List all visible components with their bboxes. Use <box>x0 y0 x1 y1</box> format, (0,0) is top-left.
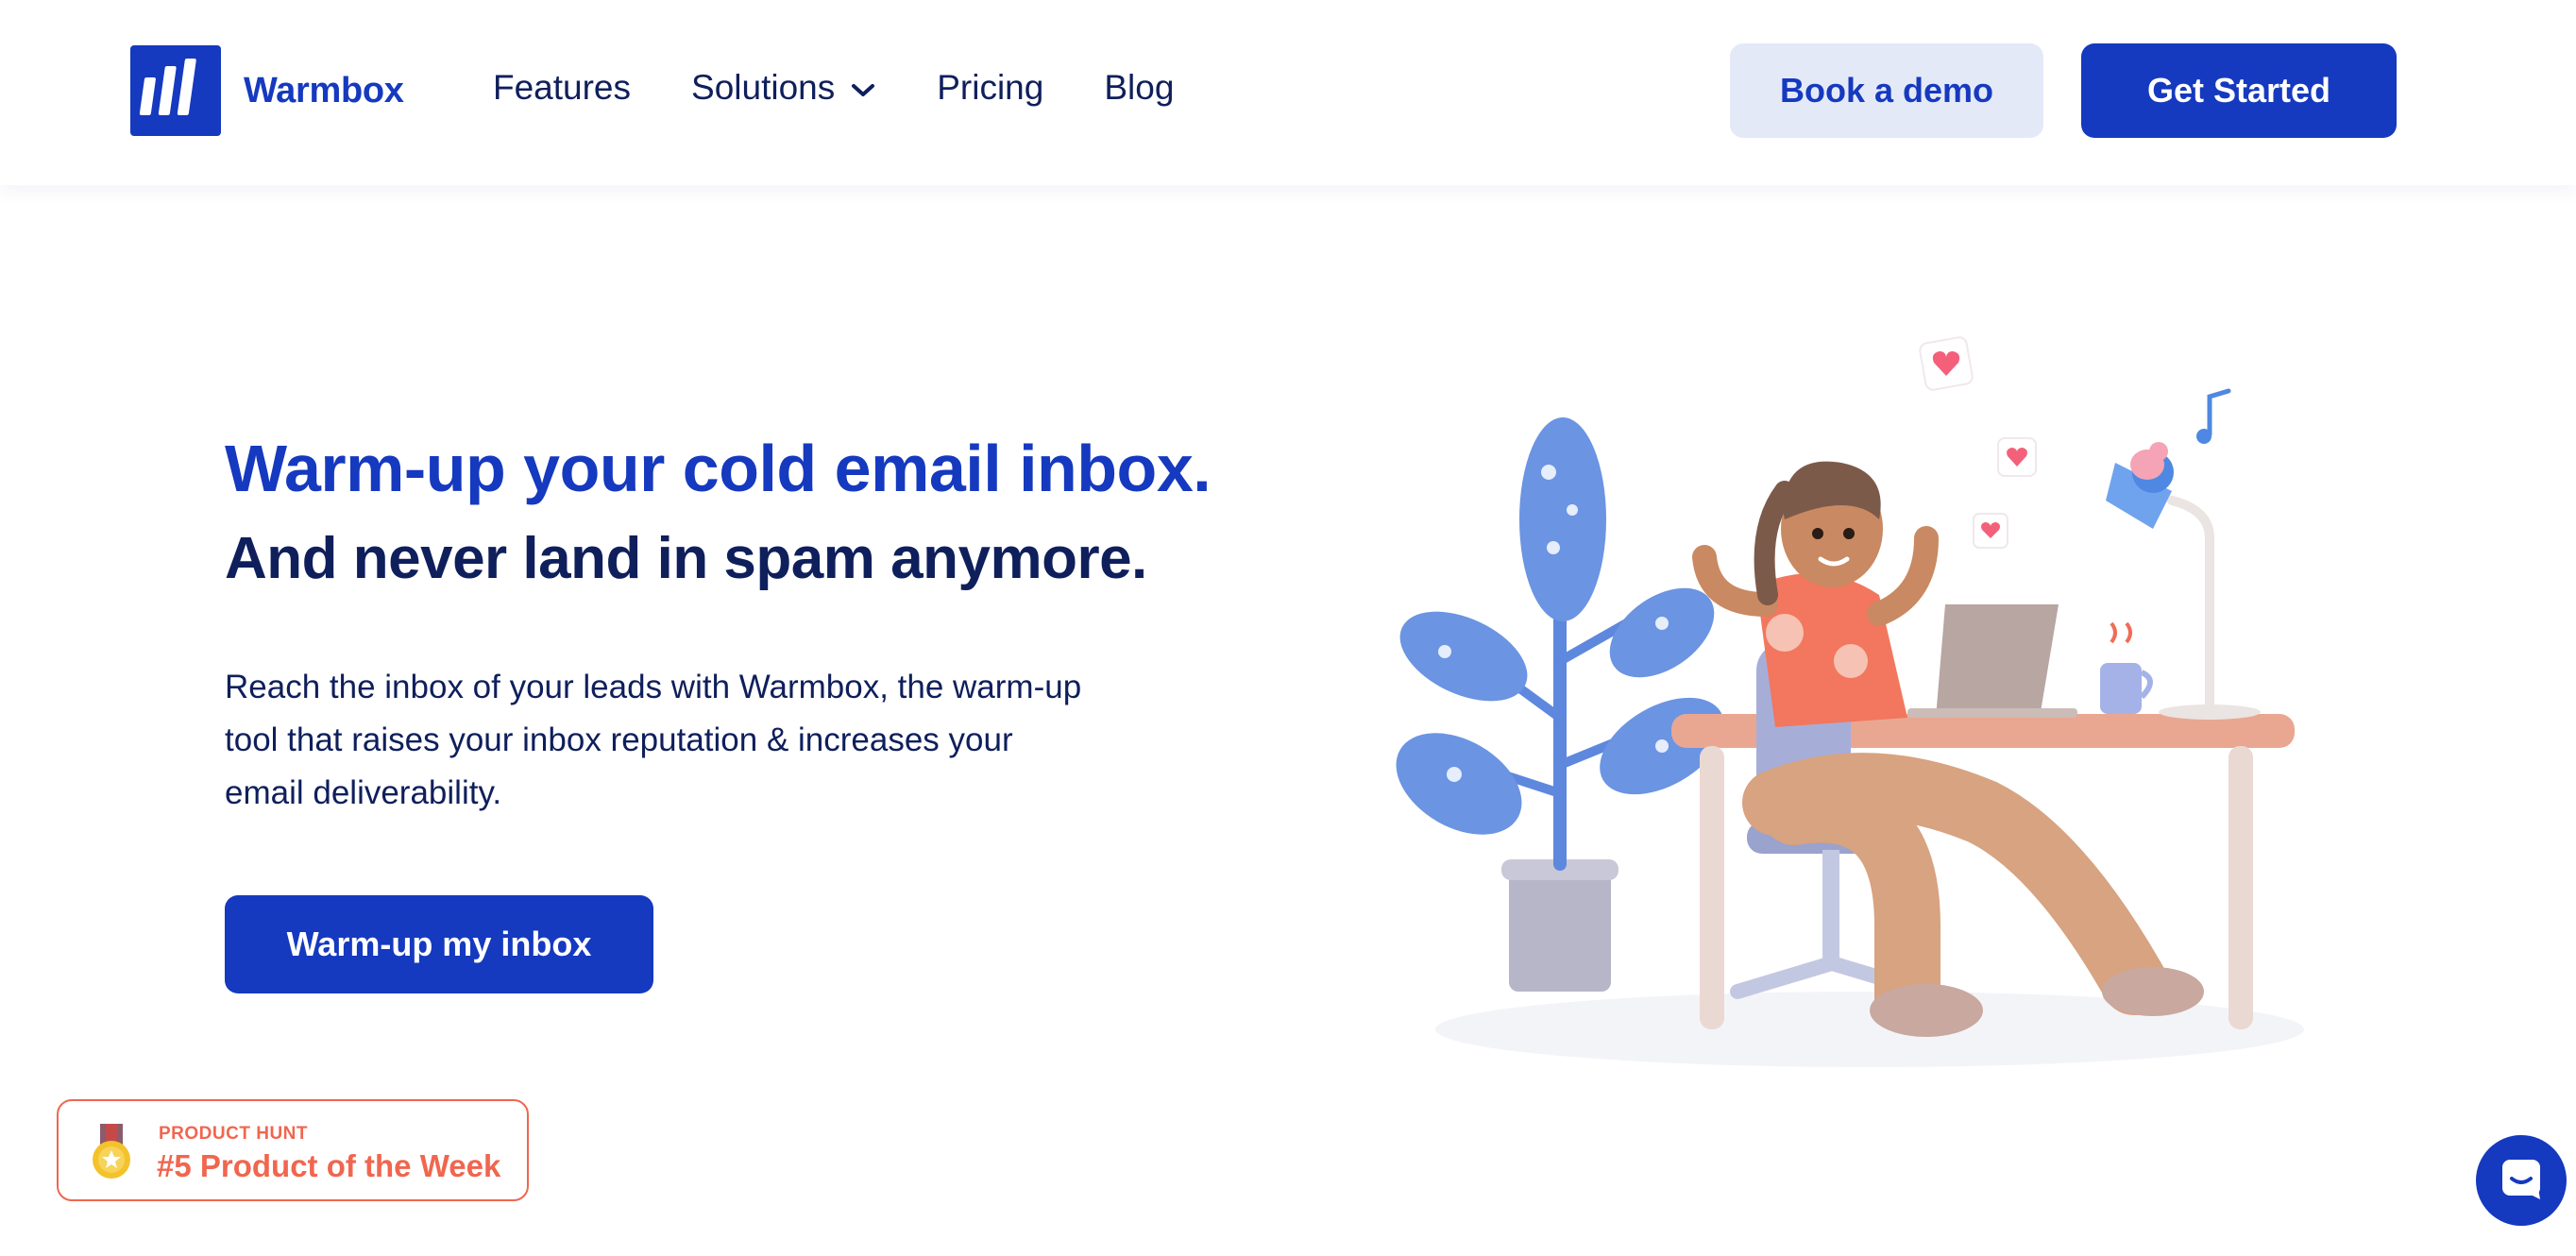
hero-illustration <box>1379 321 2342 1095</box>
nav-item-pricing[interactable]: Pricing <box>937 68 1043 108</box>
laptop-illustration <box>1907 604 2077 718</box>
nav-item-solutions[interactable]: Solutions <box>691 68 876 108</box>
mug-illustration <box>2100 621 2153 714</box>
brand-name: Warmbox <box>244 70 404 110</box>
chat-icon <box>2499 1156 2544 1206</box>
nav-item-blog[interactable]: Blog <box>1104 68 1174 108</box>
chevron-down-icon <box>850 68 876 108</box>
medal-icon <box>91 1124 132 1189</box>
plant-illustration <box>1396 417 1724 992</box>
site-header: Warmbox Features Solutions Pricing Blog … <box>0 0 2576 185</box>
hero-title: Warm-up your cold email inbox. <box>225 432 1212 505</box>
hero-subtitle: And never land in spam anymore. <box>225 526 1147 591</box>
nav-item-label: Blog <box>1104 68 1175 107</box>
warmbox-logo-icon <box>130 45 221 136</box>
product-hunt-label: PRODUCT HUNT <box>159 1124 308 1144</box>
product-hunt-title: #5 Product of the Week <box>157 1148 501 1183</box>
music-note-icon <box>2196 388 2231 444</box>
nav-item-features[interactable]: Features <box>493 68 631 108</box>
get-started-button[interactable]: Get Started <box>2081 43 2397 138</box>
product-hunt-badge[interactable]: PRODUCT HUNT #5 Product of the Week <box>57 1099 529 1201</box>
heart-icon <box>1919 336 2037 549</box>
warm-up-inbox-button[interactable]: Warm-up my inbox <box>225 895 653 993</box>
hero-description: Reach the inbox of your leads with Warmb… <box>225 669 1082 811</box>
nav-item-label: Features <box>493 68 632 107</box>
chat-launcher-button[interactable] <box>2476 1135 2567 1226</box>
main-nav: Features Solutions Pricing Blog <box>493 68 1234 108</box>
book-demo-button[interactable]: Book a demo <box>1730 43 2043 138</box>
nav-item-label: Solutions <box>691 68 836 107</box>
brand-logo[interactable]: Warmbox <box>130 45 404 136</box>
nav-item-label: Pricing <box>937 68 1044 107</box>
